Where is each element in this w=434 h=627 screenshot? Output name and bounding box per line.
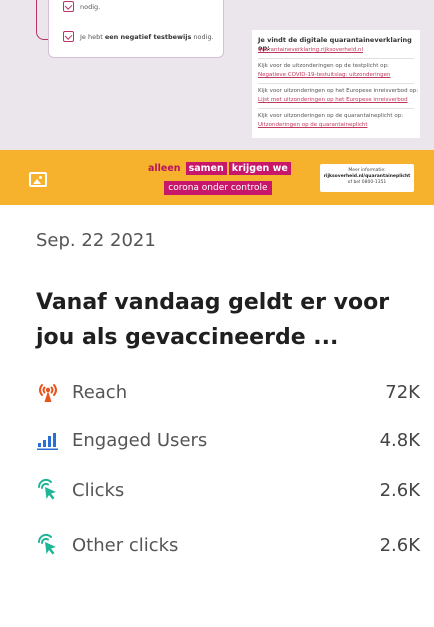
checklist-row: nodig. — [63, 1, 100, 12]
info-card-text: Kijk voor de uitzonderingen op de testpl… — [258, 63, 389, 69]
metric-value: 2.6K — [379, 534, 420, 556]
checklist-row-text: nodig. — [80, 2, 101, 11]
more-info-box: Meer informatie: rijksoverheid.nl/quaran… — [320, 164, 414, 192]
metric-value: 4.8K — [379, 429, 420, 451]
post-headline[interactable]: Vanaf vandaag geldt er voor jou als geva… — [36, 285, 416, 355]
post-date: Sep. 22 2021 — [36, 230, 156, 251]
metric-label: Other clicks — [72, 534, 179, 556]
slogan-word: krijgen we — [228, 162, 291, 175]
metric-row-clicks: Clicks 2.6K — [36, 475, 420, 505]
info-card-link: quarantaineverklaring.rijksoverheid.nl — [258, 47, 364, 53]
info-card-text: Kijk voor uitzonderingen op de quarantai… — [258, 113, 404, 119]
campaign-banner: alleen samen krijgen we corona onder con… — [0, 150, 434, 205]
slogan-word: alleen — [148, 163, 181, 174]
slogan-word: corona onder controle — [164, 181, 272, 195]
divider — [258, 58, 414, 59]
info-card-text: Kijk voor uitzonderingen op het Europese… — [258, 88, 419, 94]
image-icon — [29, 172, 47, 187]
checklist-bracket — [36, 0, 48, 40]
metric-row-engaged-users: Engaged Users 4.8K — [36, 425, 420, 455]
metric-label: Clicks — [72, 479, 125, 501]
info-card: Je vindt de digitale quarantaineverklari… — [252, 30, 420, 138]
divider — [258, 108, 414, 109]
checkbox-icon — [63, 1, 74, 12]
info-card-link: Negatieve COVID-19-testuitslag: uitzonde… — [258, 72, 391, 78]
metric-row-reach: Reach 72K — [36, 377, 420, 407]
info-card-link: Lijst met uitzonderingen op het Europese… — [258, 97, 408, 103]
metric-row-other-clicks: Other clicks 2.6K — [36, 530, 420, 560]
reach-antenna-icon — [36, 380, 60, 404]
campaign-slogan: alleen samen krijgen we corona onder con… — [145, 162, 291, 195]
info-box-text: of bel 0800-1351 — [347, 180, 387, 185]
divider — [258, 83, 414, 84]
post-creative-image[interactable]: nodig. Je hebt een negatief testbewijs n… — [0, 0, 434, 205]
info-card-link: Uitzonderingen op de quarantaineplicht — [258, 122, 368, 128]
metric-label: Engaged Users — [72, 429, 208, 451]
checklist-row-text: Je hebt een negatief testbewijs nodig. — [80, 32, 214, 41]
cursor-click-icon — [36, 478, 60, 502]
metric-label: Reach — [72, 381, 128, 403]
checkbox-icon — [63, 31, 74, 42]
cursor-click-icon — [36, 533, 60, 557]
metric-value: 2.6K — [379, 479, 420, 501]
metric-value: 72K — [385, 381, 420, 403]
bar-chart-icon — [36, 428, 60, 452]
checklist-card: nodig. Je hebt een negatief testbewijs n… — [48, 0, 224, 58]
slogan-word: samen — [185, 162, 227, 175]
checklist-row: Je hebt een negatief testbewijs nodig. — [63, 31, 214, 42]
